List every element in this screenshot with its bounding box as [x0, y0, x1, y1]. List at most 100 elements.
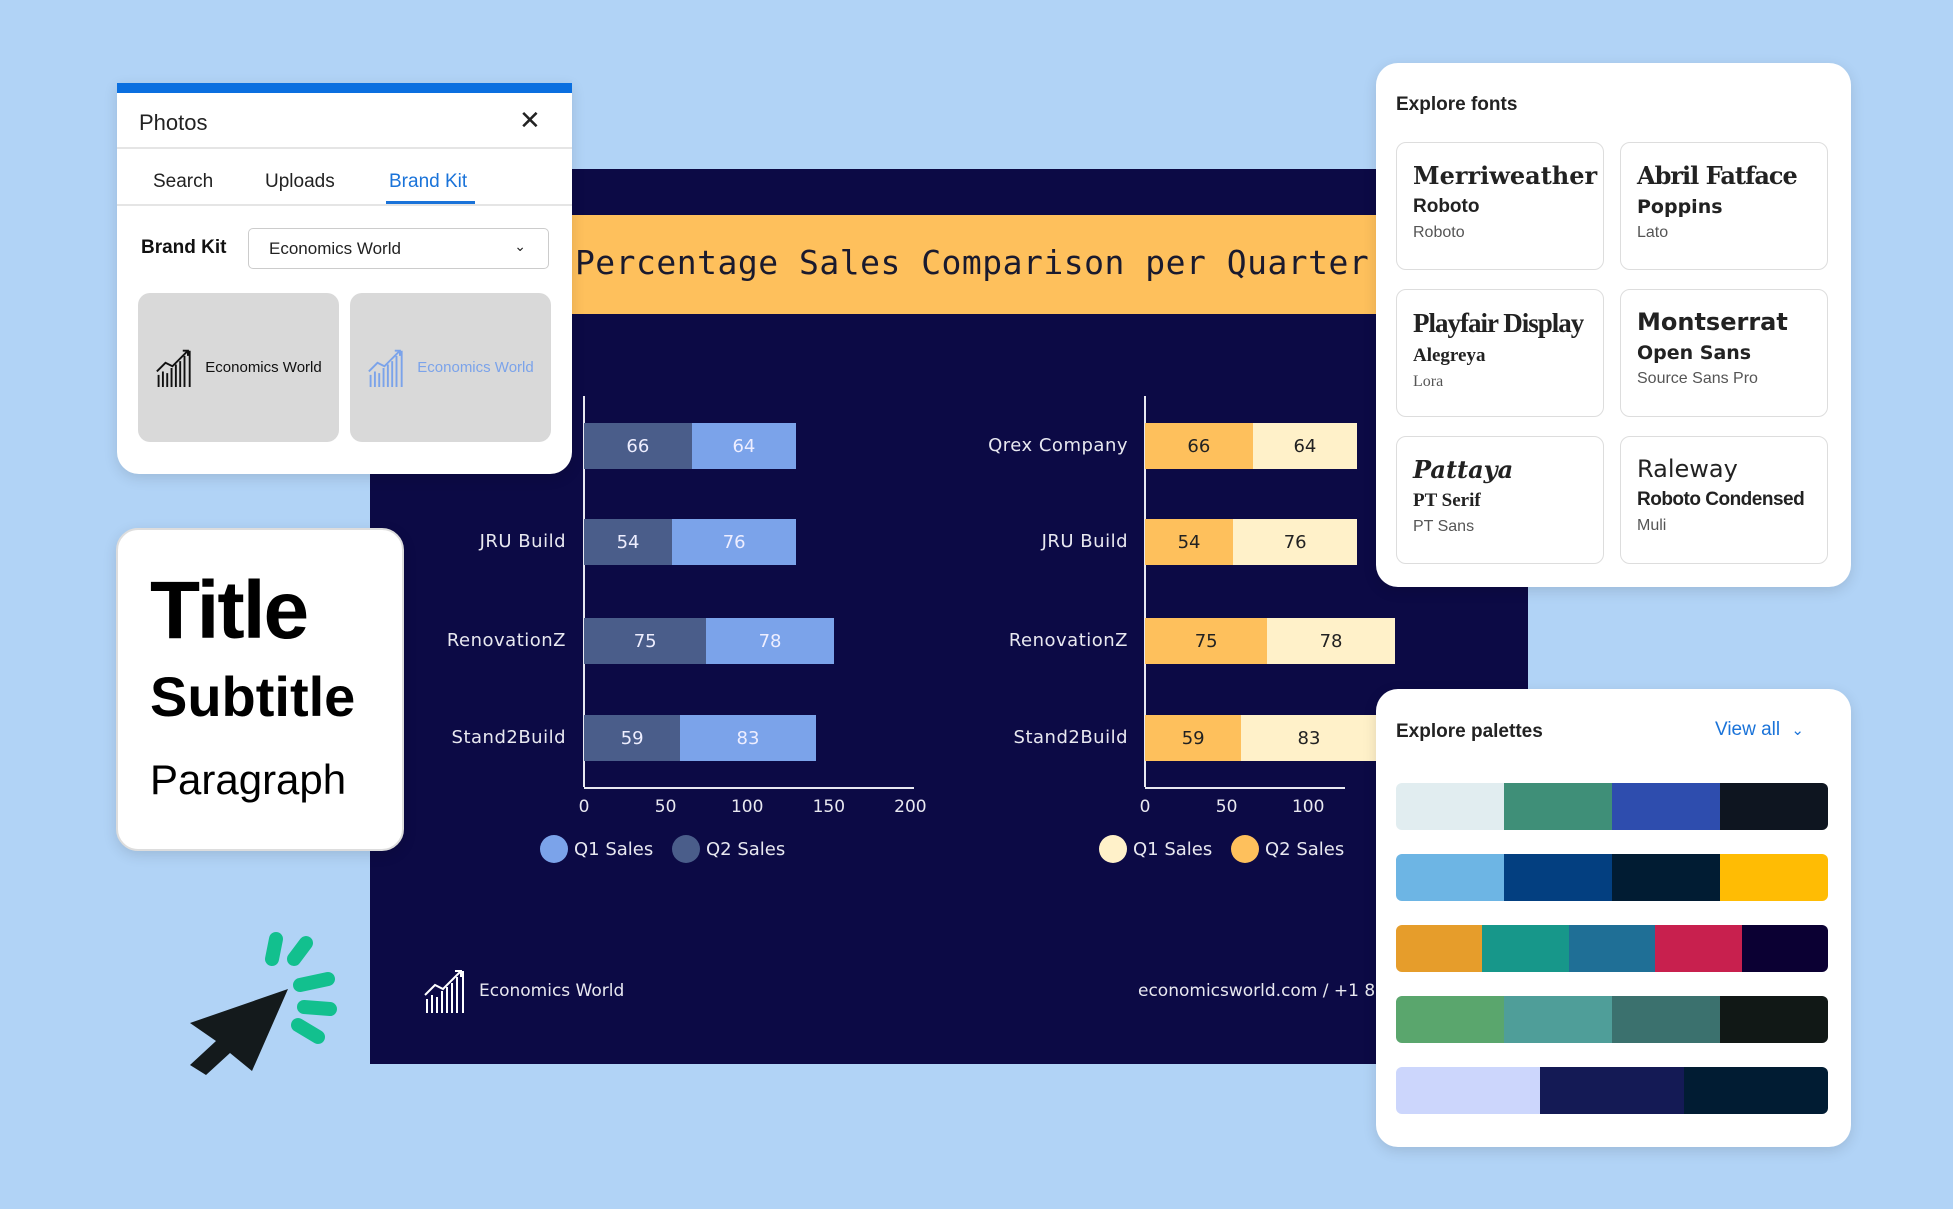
bar-segment: 64	[1252, 423, 1358, 469]
view-all-label: View all	[1715, 719, 1781, 740]
font-pairing-card[interactable]: Abril Fatface Poppins Lato	[1620, 142, 1828, 270]
font-pairing-card[interactable]: Raleway Roboto Condensed Muli	[1620, 436, 1828, 564]
x-tick-label: 100	[1291, 797, 1325, 817]
data-label: 59	[1181, 727, 1205, 749]
chart-x-axis	[584, 787, 914, 789]
brand-kit-select[interactable]: Economics World ⌄	[248, 228, 549, 269]
font-pairing-card[interactable]: Merriweather Roboto Roboto	[1396, 142, 1604, 270]
x-tick-label: 200	[894, 797, 927, 817]
data-label: 76	[722, 531, 746, 553]
body-font: Lato	[1637, 224, 1669, 241]
text-style-paragraph[interactable]: Paragraph	[150, 756, 346, 804]
text-style-subtitle[interactable]: Subtitle	[150, 664, 355, 729]
body-font: PT Sans	[1413, 518, 1475, 535]
legend-label: Q1 Sales	[574, 838, 654, 860]
x-tick-label: 100	[730, 797, 764, 817]
subheading-font: Poppins	[1637, 196, 1723, 218]
palette-swatch	[1482, 925, 1569, 972]
x-tick-label: 0	[578, 797, 590, 817]
tab-uploads[interactable]: Uploads	[265, 171, 335, 193]
heading-font: Abril Fatface	[1637, 161, 1798, 190]
data-label: 66	[1187, 435, 1211, 457]
palette-swatch	[1396, 996, 1504, 1043]
data-label: 66	[626, 435, 650, 457]
explore-palettes-panel: Explore palettes View all ⌄	[1376, 689, 1851, 1147]
thumb-label: Economics World	[417, 359, 534, 376]
brand-logo-dark[interactable]: Economics World	[138, 293, 339, 442]
palette-swatch	[1612, 783, 1720, 830]
palette-swatch	[1540, 1067, 1684, 1114]
x-tick-label: 0	[1139, 797, 1151, 817]
bar-segment: 59	[1145, 715, 1242, 761]
palette-swatch	[1720, 783, 1828, 830]
palette-swatch	[1396, 1067, 1540, 1114]
text-style-title[interactable]: Title	[150, 564, 309, 658]
palette-swatch	[1504, 854, 1612, 901]
palette-row[interactable]	[1396, 783, 1828, 830]
chart-logo-icon	[368, 349, 403, 387]
panel-title: Photos	[139, 110, 208, 135]
category-label: RenovationZ	[1008, 630, 1128, 651]
palette-swatch	[1684, 1067, 1828, 1114]
bar-segment: 78	[1267, 618, 1395, 664]
bar-segment: 66	[584, 423, 692, 469]
bar-segment: 78	[706, 618, 834, 664]
legend-label: Q1 Sales	[1133, 838, 1213, 860]
font-pairing-card[interactable]: Playfair Display Alegreya Lora	[1396, 289, 1604, 417]
subheading-font: Open Sans	[1637, 342, 1752, 364]
palette-swatch	[1741, 925, 1828, 972]
data-label: 83	[736, 727, 760, 749]
legend-item: Q2 Sales	[672, 835, 785, 863]
palette-swatch	[1612, 854, 1720, 901]
text-styles-card: Title Subtitle Paragraph	[116, 528, 404, 851]
category-label: Qrex Company	[988, 435, 1128, 456]
subheading-font: Alegreya	[1413, 345, 1486, 366]
brand-kit-label: Brand Kit	[141, 237, 227, 258]
thumb-label: Economics World	[205, 359, 322, 376]
data-label: 54	[1177, 531, 1201, 553]
data-label: 75	[1194, 630, 1218, 652]
legend-item: Q1 Sales	[540, 835, 653, 863]
bar-segment: 75	[1145, 618, 1268, 664]
legend-label: Q2 Sales	[706, 838, 786, 860]
palette-row[interactable]	[1396, 996, 1828, 1043]
palette-swatch	[1720, 854, 1828, 901]
palette-swatch	[1568, 925, 1656, 972]
footer-contact: economicsworld.com / +1 800	[1138, 981, 1397, 1001]
legend-item: Q1 Sales	[1099, 835, 1212, 863]
bar-segment: 75	[584, 618, 707, 664]
legend-item: Q2 Sales	[1231, 835, 1344, 863]
data-label: 64	[1293, 435, 1317, 457]
footer-brand: Economics World	[479, 981, 625, 1001]
palette-swatch	[1396, 854, 1504, 901]
chevron-down-icon: ⌄	[514, 238, 526, 254]
tab-search[interactable]: Search	[153, 171, 213, 193]
body-font: Lora	[1413, 373, 1444, 390]
palette-swatch	[1396, 783, 1504, 830]
palette-row[interactable]	[1396, 925, 1828, 972]
bar-segment: 59	[584, 715, 681, 761]
data-label: 59	[620, 727, 644, 749]
view-all-link[interactable]: View all ⌄	[1715, 719, 1804, 741]
subheading-font: Roboto	[1413, 196, 1480, 217]
panel-accent-bar	[117, 83, 572, 93]
tab-brand-kit[interactable]: Brand Kit	[389, 171, 467, 193]
subheading-font: PT Serif	[1413, 490, 1481, 511]
chart-logo-icon	[156, 349, 191, 387]
palette-swatch	[1720, 996, 1828, 1043]
close-icon[interactable]: ✕	[519, 105, 541, 136]
bar-segment: 76	[1233, 519, 1358, 565]
palette-swatch	[1396, 925, 1483, 972]
brand-logo-light[interactable]: Economics World	[350, 293, 551, 442]
legend-swatch	[540, 835, 568, 863]
heading-font: Raleway	[1637, 455, 1738, 483]
palette-row[interactable]	[1396, 854, 1828, 901]
divider	[117, 204, 572, 206]
data-label: 76	[1283, 531, 1307, 553]
font-pairing-card[interactable]: Pattaya PT Serif PT Sans	[1396, 436, 1604, 564]
font-pairing-card[interactable]: Montserrat Open Sans Source Sans Pro	[1620, 289, 1828, 417]
x-tick-label: 50	[1215, 797, 1238, 817]
palette-row[interactable]	[1396, 1067, 1828, 1114]
heading-font: Playfair Display	[1413, 308, 1584, 338]
body-font: Roboto	[1413, 224, 1465, 241]
